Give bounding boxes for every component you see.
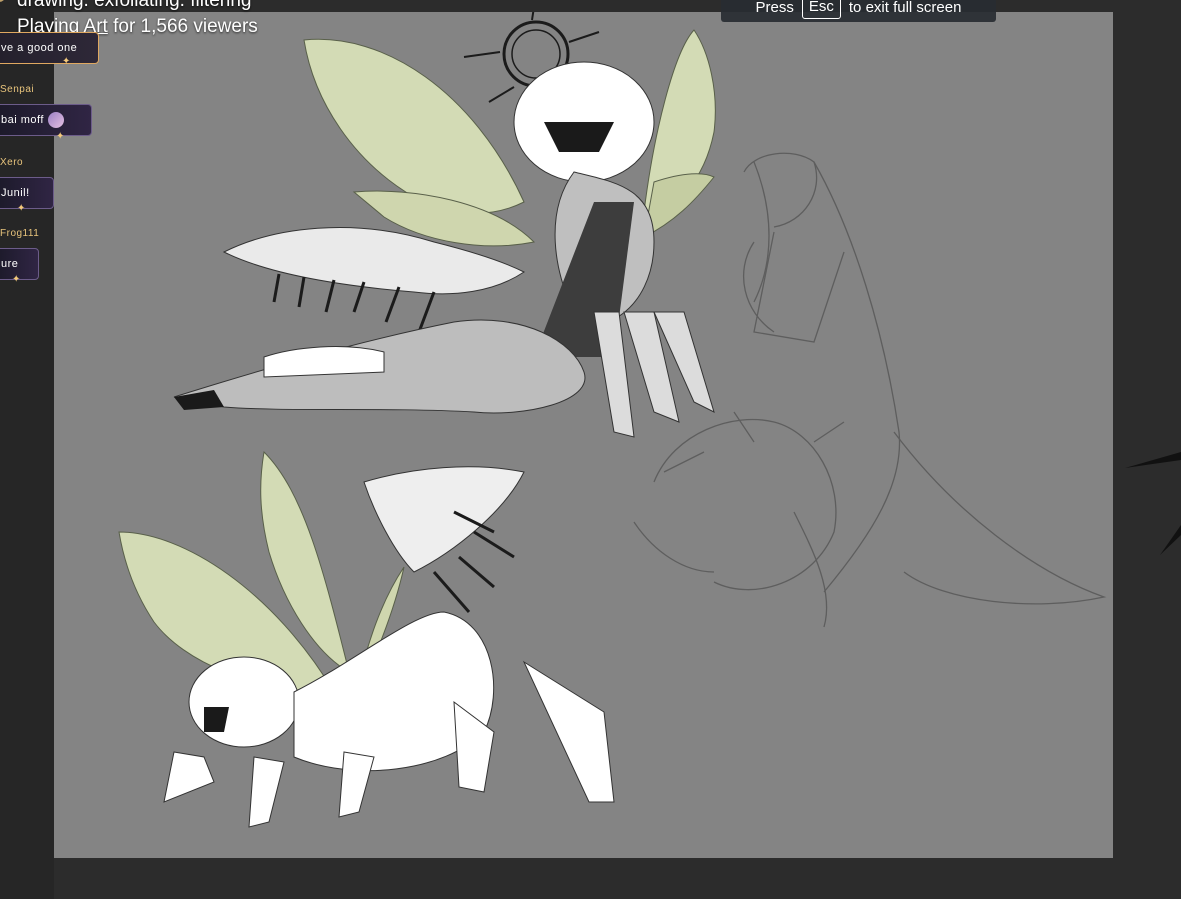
- art-canvas: [54, 12, 1113, 858]
- sparkle-icon: ✦: [17, 203, 26, 214]
- chat-message-text: ure: [1, 258, 19, 270]
- chat-username: Frog111: [0, 228, 40, 239]
- chat-message: ve a good one: [0, 32, 99, 64]
- sparkle-icon: ✦: [12, 274, 21, 285]
- artwork-drawing: [118, 12, 1107, 828]
- chat-username: Xero: [0, 157, 24, 168]
- stream-title: drawing. exfoliating. filtering: [17, 0, 252, 11]
- decorative-shape: [1125, 452, 1181, 555]
- esc-key-label: Esc: [801, 0, 841, 19]
- chat-message: Junil!: [0, 177, 54, 209]
- avatar-emote-icon: [47, 112, 64, 128]
- fullscreen-press-text: Press: [755, 0, 794, 16]
- chat-message-text: bai moff: [1, 114, 44, 126]
- chat-username: Senpai: [0, 84, 35, 95]
- chat-message-text: Junil!: [1, 187, 30, 199]
- fullscreen-suffix-text: to exit full screen: [848, 0, 962, 16]
- sparkle-icon: ✦: [56, 131, 65, 142]
- chat-message: bai moff: [0, 104, 92, 136]
- fullscreen-notice: Press Esc to exit full screen: [721, 0, 996, 22]
- sparkle-icon: ✦: [62, 56, 71, 67]
- stream-player[interactable]: e drawing. exfoliating. filtering Playin…: [0, 0, 1181, 899]
- chat-message-text: ve a good one: [1, 42, 78, 54]
- viewer-count: for 1,566 viewers: [107, 16, 258, 37]
